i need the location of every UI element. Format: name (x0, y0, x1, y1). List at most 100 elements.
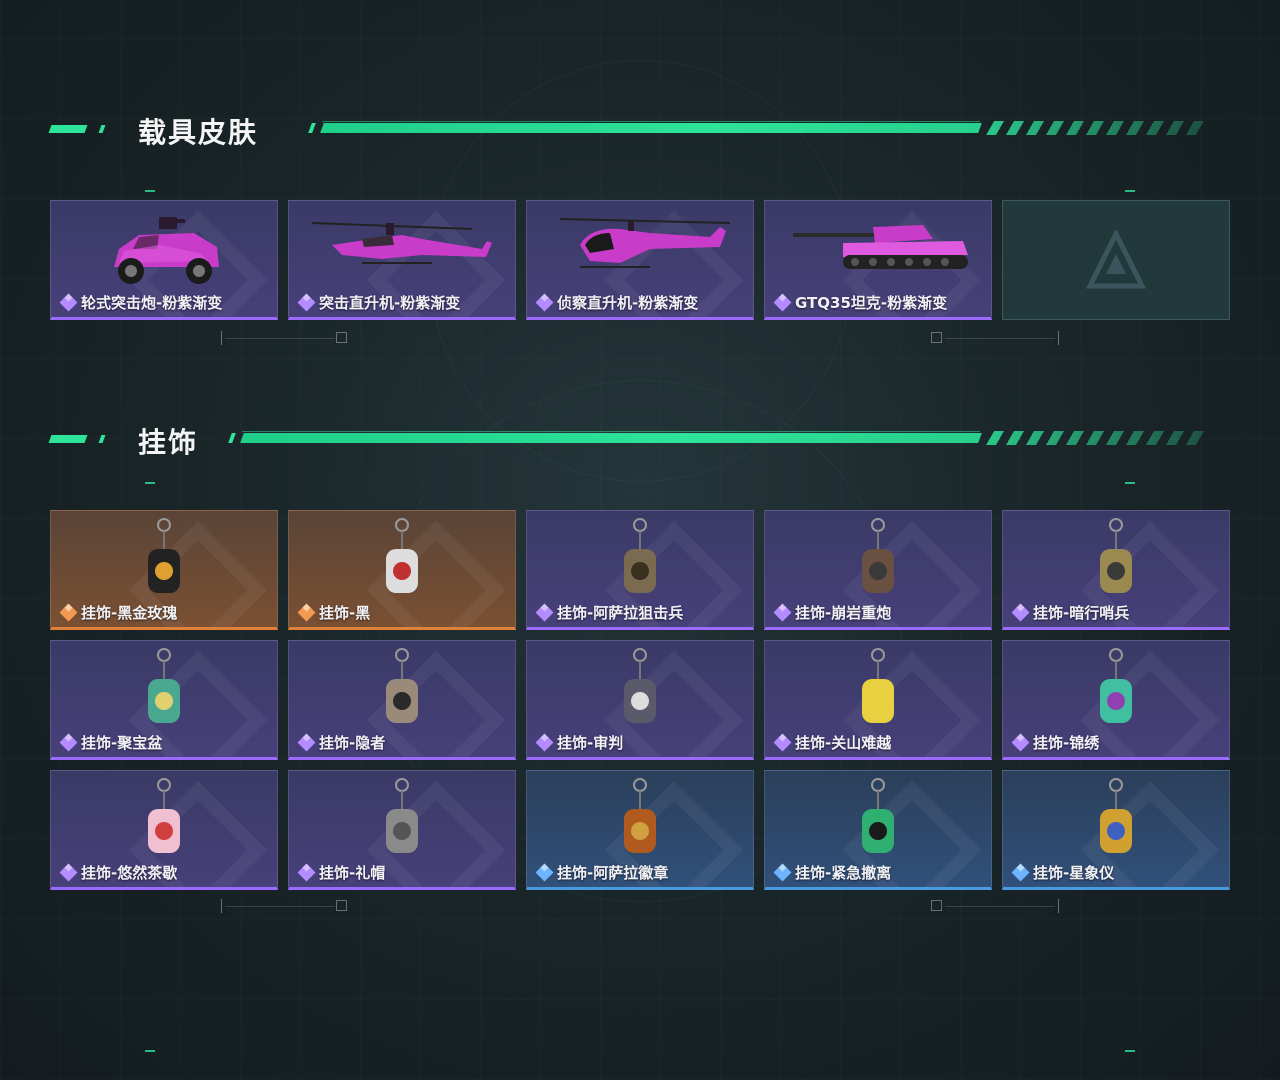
section-title: 载具皮肤 (138, 116, 259, 149)
divider-line (225, 338, 335, 339)
item-card[interactable]: 挂饰-关山难越 (764, 640, 992, 760)
corner-tick (145, 190, 155, 192)
rarity-diamond-icon (1011, 603, 1030, 621)
scout-helicopter-icon (540, 209, 740, 283)
tank-icon (783, 209, 973, 283)
divider-tick (1058, 331, 1059, 345)
item-card[interactable]: 突击直升机-粉紫渐变 (288, 200, 516, 320)
item-card[interactable]: 挂饰-暗行哨兵 (1002, 510, 1230, 630)
header-slash (308, 123, 316, 133)
header-thin-line (322, 121, 980, 122)
item-name: 挂饰-阿萨拉徽章 (557, 864, 669, 882)
item-label-row: 挂饰-星象仪 (1011, 862, 1114, 883)
divider-square (931, 332, 942, 343)
item-label-row: 挂饰-礼帽 (297, 862, 386, 883)
item-card[interactable]: 挂饰-黑金玫瑰 (50, 510, 278, 630)
item-label-row: 挂饰-崩岩重炮 (773, 602, 892, 623)
empty-slot-card[interactable] (1002, 200, 1230, 320)
rarity-diamond-icon (535, 603, 554, 621)
header-accent-tick (98, 435, 106, 443)
rarity-diamond-icon (297, 293, 316, 311)
item-name: GTQ35坦克-粉紫渐变 (795, 294, 948, 312)
corner-tick (145, 482, 155, 484)
item-card[interactable]: 挂饰-悠然茶歇 (50, 770, 278, 890)
item-card[interactable]: 挂饰-阿萨拉狙击兵 (526, 510, 754, 630)
item-name: 挂饰-聚宝盆 (81, 734, 163, 752)
item-card[interactable]: 侦察直升机-粉紫渐变 (526, 200, 754, 320)
corner-tick (1125, 190, 1135, 192)
divider-tick (221, 331, 222, 345)
header-slash (228, 433, 236, 443)
item-name: 突击直升机-粉紫渐变 (319, 294, 461, 312)
item-card[interactable]: GTQ35坦克-粉紫渐变 (764, 200, 992, 320)
divider-square (931, 900, 942, 911)
item-name: 挂饰-关山难越 (795, 734, 892, 752)
item-name: 挂饰-黑金玫瑰 (81, 604, 178, 622)
item-label-row: 轮式突击炮-粉紫渐变 (59, 292, 223, 313)
item-name: 挂饰-黑 (319, 604, 371, 622)
item-label-row: 挂饰-暗行哨兵 (1011, 602, 1129, 623)
item-name: 挂饰-崩岩重炮 (795, 604, 892, 622)
item-card[interactable]: 挂饰-锦绣 (1002, 640, 1230, 760)
divider-line (225, 906, 335, 907)
item-name: 挂饰-审判 (557, 734, 624, 752)
rarity-diamond-icon (59, 863, 78, 881)
header-line (228, 431, 1205, 445)
item-card[interactable]: 挂饰-黑 (288, 510, 516, 630)
item-label-row: 挂饰-紧急撤离 (773, 862, 892, 883)
rarity-diamond-icon (59, 603, 78, 621)
item-label-row: 挂饰-关山难越 (773, 732, 892, 753)
item-card[interactable]: 挂饰-礼帽 (288, 770, 516, 890)
header-bar (240, 433, 982, 443)
item-label-row: 挂饰-黑金玫瑰 (59, 602, 178, 623)
divider-tick (1058, 899, 1059, 913)
rarity-diamond-icon (773, 293, 792, 311)
item-label-row: GTQ35坦克-粉紫渐变 (773, 292, 948, 313)
rarity-diamond-icon (59, 293, 78, 311)
rarity-diamond-icon (297, 603, 316, 621)
header-bar (320, 123, 982, 133)
divider-line (945, 338, 1055, 339)
item-label-row: 挂饰-阿萨拉狙击兵 (535, 602, 683, 623)
rarity-diamond-icon (297, 733, 316, 751)
item-name: 挂饰-悠然茶歇 (81, 864, 178, 882)
item-card[interactable]: 轮式突击炮-粉紫渐变 (50, 200, 278, 320)
item-card[interactable]: 挂饰-紧急撤离 (764, 770, 992, 890)
header-accent-tick (98, 125, 106, 133)
header-line (308, 121, 1205, 135)
header-accent-bar (48, 125, 88, 133)
item-name: 挂饰-锦绣 (1033, 734, 1100, 752)
item-name: 轮式突击炮-粉紫渐变 (81, 294, 223, 312)
item-name: 挂饰-礼帽 (319, 864, 386, 882)
item-card[interactable]: 挂饰-阿萨拉徽章 (526, 770, 754, 890)
rarity-diamond-icon (1011, 733, 1030, 751)
section-header-pendants: 挂饰 (48, 425, 1205, 459)
header-accent-bar (48, 435, 88, 443)
item-card[interactable]: 挂饰-星象仪 (1002, 770, 1230, 890)
rarity-diamond-icon (773, 603, 792, 621)
header-thin-line (242, 431, 980, 432)
corner-tick (1125, 482, 1135, 484)
game-logo-icon (1085, 228, 1147, 290)
item-card[interactable]: 挂饰-聚宝盆 (50, 640, 278, 760)
rarity-diamond-icon (535, 863, 554, 881)
section-header-vehicle-skins: 载具皮肤 (48, 115, 1205, 149)
divider-square (336, 332, 347, 343)
rarity-diamond-icon (535, 733, 554, 751)
item-card[interactable]: 挂饰-隐者 (288, 640, 516, 760)
item-label-row: 挂饰-隐者 (297, 732, 385, 753)
header-checker (985, 431, 1205, 445)
divider-line (945, 906, 1055, 907)
item-name: 挂饰-紧急撤离 (795, 864, 892, 882)
item-label-row: 侦察直升机-粉紫渐变 (535, 292, 698, 313)
item-label-row: 挂饰-黑 (297, 602, 371, 623)
item-label-row: 突击直升机-粉紫渐变 (297, 292, 461, 313)
item-card[interactable]: 挂饰-崩岩重炮 (764, 510, 992, 630)
section-title: 挂饰 (138, 426, 199, 459)
corner-tick (1125, 1050, 1135, 1052)
item-card[interactable]: 挂饰-审判 (526, 640, 754, 760)
rarity-diamond-icon (773, 863, 792, 881)
rarity-diamond-icon (773, 733, 792, 751)
armored-vehicle-icon (99, 209, 229, 293)
item-label-row: 挂饰-锦绣 (1011, 732, 1100, 753)
